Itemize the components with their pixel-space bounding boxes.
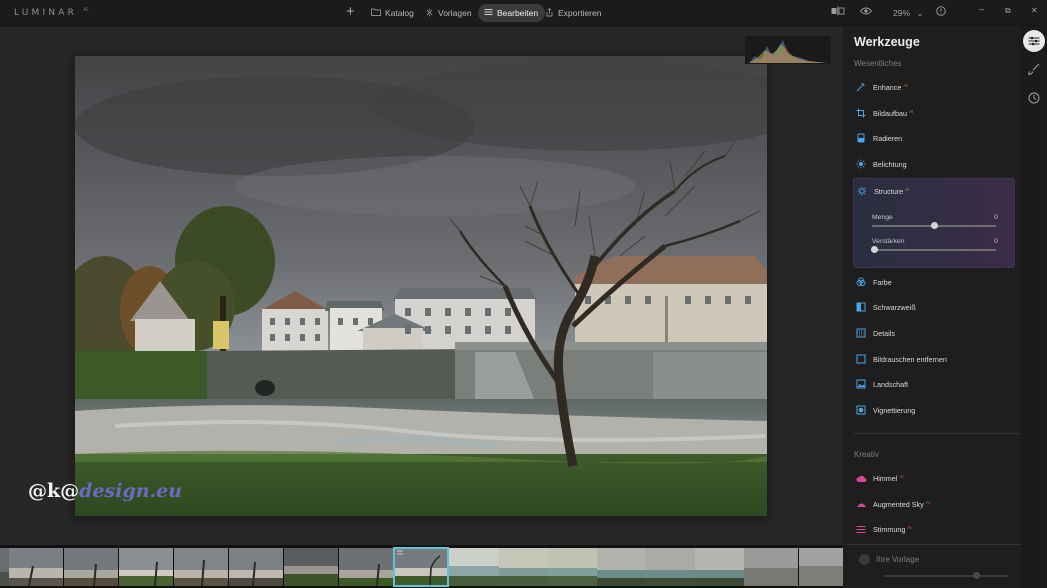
film-thumb[interactable] [499, 548, 553, 586]
bw-icon [853, 302, 869, 312]
help-icon[interactable] [936, 6, 946, 18]
nav-katalog[interactable]: Katalog [371, 4, 414, 22]
sparkle-icon [425, 8, 434, 19]
close-button[interactable]: ✕ [1031, 6, 1038, 15]
tool-landschaft[interactable]: Landschaft [853, 372, 1015, 396]
filmstrip [0, 545, 843, 588]
tool-himmel[interactable]: Himmel AI [853, 466, 1015, 490]
sun-icon [853, 159, 869, 169]
film-thumb[interactable] [9, 548, 63, 586]
mood-icon [853, 525, 869, 534]
nav-vorlagen[interactable]: Vorlagen [425, 4, 472, 22]
tool-radieren[interactable]: Radieren [853, 126, 1015, 150]
film-thumb[interactable] [646, 548, 700, 586]
minimize-button[interactable]: – [979, 4, 984, 14]
film-thumb[interactable] [284, 548, 338, 586]
film-thumb[interactable] [799, 548, 843, 586]
section-essentials: Wesentliches [854, 59, 902, 68]
folder-icon [371, 8, 381, 18]
compare-icon[interactable] [831, 6, 845, 18]
vignette-icon [853, 405, 869, 415]
slider-verstaerken[interactable]: Verstärken 0 [871, 238, 998, 253]
tool-bildaufbau[interactable]: Bildaufbau AI [853, 101, 1015, 125]
tool-stimmung[interactable]: Stimmung AI [853, 517, 1015, 541]
restore-button[interactable]: ⧉ [1005, 6, 1011, 16]
tools-icon[interactable] [1023, 30, 1045, 52]
film-thumb[interactable] [695, 548, 749, 586]
details-icon [853, 328, 869, 338]
sliders-icon [484, 8, 493, 18]
film-thumb[interactable] [229, 548, 283, 586]
tool-schwarzweiss[interactable]: Schwarzweiß [853, 295, 1015, 319]
film-thumb[interactable] [339, 548, 393, 586]
slider-menge[interactable]: Menge 0 [872, 214, 998, 229]
brush-icon[interactable] [1023, 58, 1045, 80]
structure-icon [854, 186, 870, 196]
watermark: @k@design.eu [28, 480, 183, 502]
sky-icon [853, 500, 869, 509]
section-divider [854, 433, 1020, 434]
preset-icon [859, 554, 870, 565]
eraser-icon [853, 133, 869, 143]
add-button[interactable]: + [346, 3, 355, 21]
film-thumb[interactable] [0, 548, 9, 586]
top-bar: LUMINAR AI + Katalog Vorlagen Bearbeiten… [0, 0, 1047, 26]
tool-belichtung[interactable]: Belichtung [853, 152, 1015, 176]
film-thumb-selected[interactable] [393, 547, 449, 587]
tools-panel: Werkzeuge Wesentliches Enhance AI Bildauf… [843, 27, 1021, 588]
tool-augmented-sky[interactable]: Augmented Sky AI [853, 492, 1015, 516]
film-thumb[interactable] [119, 548, 173, 586]
main-photo[interactable] [75, 56, 767, 516]
landscape-icon [853, 379, 869, 389]
tool-bildrauschen[interactable]: Bildrauschen entfernen [853, 347, 1015, 371]
film-thumb[interactable] [744, 548, 798, 586]
enhance-icon [853, 82, 869, 92]
slider-track[interactable] [872, 249, 996, 251]
eye-icon[interactable] [859, 6, 873, 18]
slider-knob[interactable] [871, 246, 878, 253]
history-icon[interactable] [1023, 87, 1045, 109]
section-divider [847, 544, 1021, 545]
slider-knob[interactable] [931, 222, 938, 229]
panel-title: Werkzeuge [854, 35, 920, 49]
share-icon [545, 7, 554, 19]
chevron-down-icon: ⌄ [916, 8, 924, 18]
color-icon [853, 277, 869, 287]
tool-farbe[interactable]: Farbe [853, 270, 1015, 294]
tool-enhance[interactable]: Enhance AI [853, 75, 1015, 99]
nav-exportieren[interactable]: Exportieren [545, 4, 601, 22]
tool-details[interactable]: Details [853, 321, 1015, 345]
preset-row[interactable]: Ihre Vorlage [859, 554, 919, 565]
cloud-icon [853, 474, 869, 483]
histogram [745, 36, 831, 64]
preset-slider-knob[interactable] [973, 572, 980, 579]
film-thumb[interactable] [449, 548, 503, 586]
section-creative: Kreativ [854, 450, 879, 459]
preset-slider-track[interactable] [885, 575, 1009, 577]
tool-vignettierung[interactable]: Vignettierung [853, 398, 1015, 422]
structure-panel: Structure AI Menge 0 Verstärken 0 [853, 178, 1015, 268]
film-thumb[interactable] [174, 548, 228, 586]
icon-strip [1021, 27, 1047, 588]
denoise-icon [853, 354, 869, 364]
film-thumb[interactable] [64, 548, 118, 586]
tool-structure[interactable]: Structure AI [854, 179, 1016, 203]
crop-icon [853, 108, 869, 118]
film-thumb[interactable] [548, 548, 602, 586]
zoom-level[interactable]: 29% ⌄ [893, 8, 924, 19]
film-thumb[interactable] [597, 548, 651, 586]
nav-bearbeiten[interactable]: Bearbeiten [478, 4, 546, 22]
app-logo: LUMINAR AI [14, 7, 90, 18]
